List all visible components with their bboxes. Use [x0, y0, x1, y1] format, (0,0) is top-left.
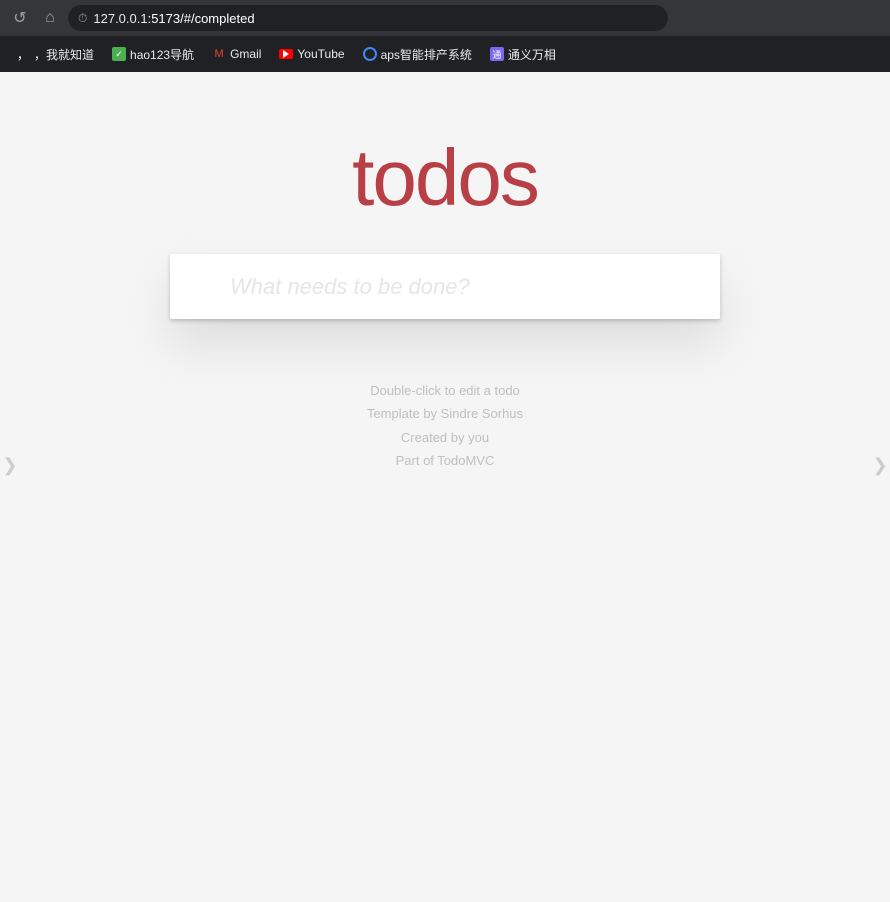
todo-input[interactable] [170, 254, 720, 319]
bookmark-label: hao123导航 [130, 46, 194, 63]
footer-line1: Double-click to edit a todo [367, 379, 523, 402]
hao123-icon: ✓ [112, 47, 126, 61]
bookmark-label: ，我就知道 [34, 46, 94, 63]
bookmark-label: Gmail [230, 47, 261, 61]
youtube-icon [279, 49, 293, 59]
bookmark-gmail[interactable]: M Gmail [204, 43, 269, 65]
footer-line3: Created by you [367, 426, 523, 449]
browser-chrome: ↺ ⌂ ⏱ 127.0.0.1:5173/#/completed ， ，我就知道… [0, 0, 890, 72]
reload-icon[interactable]: ↺ [10, 8, 30, 28]
bookmark-label: YouTube [297, 47, 344, 61]
app-title: todos [352, 132, 538, 224]
bookmark-hao123[interactable]: ✓ hao123导航 [104, 42, 202, 67]
right-nav-arrow[interactable]: ❯ [870, 450, 890, 480]
address-bar[interactable]: ⏱ 127.0.0.1:5173/#/completed [68, 5, 668, 31]
footer-line4: Part of TodoMVC [367, 449, 523, 472]
timer-icon: ⏱ [78, 11, 87, 26]
main-content: todos Double-click to edit a todo Templa… [0, 72, 890, 902]
bookmark-tongyi[interactable]: 通 通义万相 [482, 42, 564, 67]
bookmarks-bar: ， ，我就知道 ✓ hao123导航 M Gmail YouTube aps智能… [0, 36, 890, 72]
left-nav-arrow[interactable]: ❯ [0, 450, 20, 480]
bookmark-aps[interactable]: aps智能排产系统 [355, 42, 480, 67]
bookmark-wozhi[interactable]: ， ，我就知道 [8, 42, 102, 67]
bookmark-label: 通义万相 [508, 46, 556, 63]
footer-info: Double-click to edit a todo Template by … [367, 379, 523, 473]
footer-line2: Template by Sindre Sorhus [367, 402, 523, 425]
gmail-icon: M [212, 47, 226, 61]
aps-icon [363, 47, 377, 61]
address-text: 127.0.0.1:5173/#/completed [93, 11, 254, 26]
nav-icons: ↺ ⌂ [10, 8, 60, 28]
home-icon[interactable]: ⌂ [40, 8, 60, 28]
wozhi-icon: ， [16, 47, 30, 61]
todo-input-container [170, 254, 720, 319]
tongyi-icon: 通 [490, 47, 504, 61]
bookmark-youtube[interactable]: YouTube [271, 43, 352, 65]
bookmark-label: aps智能排产系统 [381, 46, 472, 63]
browser-toolbar: ↺ ⌂ ⏱ 127.0.0.1:5173/#/completed [0, 0, 890, 36]
